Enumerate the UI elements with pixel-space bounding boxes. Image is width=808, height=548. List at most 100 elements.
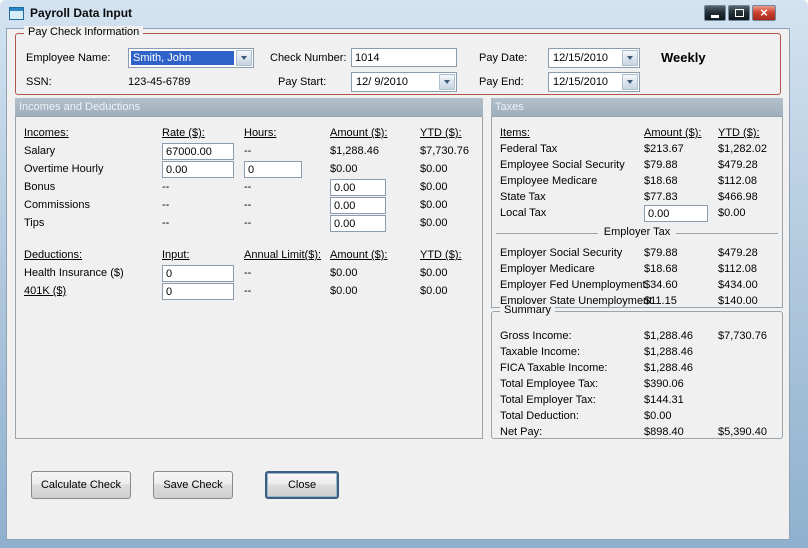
- maximize-button[interactable]: [728, 5, 750, 21]
- tax-ytd: $479.28: [718, 159, 758, 171]
- deduction-limit: --: [244, 285, 252, 297]
- tax-amount: $79.88: [644, 247, 678, 259]
- tax-item: Employee Medicare: [500, 175, 598, 187]
- income-hours: --: [244, 145, 252, 157]
- summary-ytd: $5,390.40: [718, 426, 767, 438]
- summary-label: Total Employer Tax:: [500, 394, 596, 406]
- app-icon: [9, 7, 24, 20]
- summary-row-net-pay: Net Pay: $898.40 $5,390.40: [492, 424, 782, 442]
- pay-end-select[interactable]: 12/15/2010: [548, 72, 640, 92]
- pay-date-label: Pay Date:: [479, 52, 528, 64]
- tax-item: Employer Social Security: [500, 247, 623, 259]
- employer-tax-group-label: Employer Tax: [597, 226, 677, 238]
- income-row-overtime: Overtime Hourly $0.00 $0.00: [16, 161, 482, 179]
- pay-start-select[interactable]: 12/ 9/2010: [351, 72, 457, 92]
- salary-rate-input[interactable]: [162, 143, 234, 160]
- incomes-deductions-section-header: Incomes and Deductions: [15, 98, 483, 116]
- incomes-header-row: Incomes: Rate ($): Hours: Amount ($): YT…: [16, 125, 482, 143]
- deduction-ytd: $0.00: [420, 267, 448, 279]
- close-window-button[interactable]: ×: [752, 5, 776, 21]
- income-name: Tips: [24, 217, 45, 229]
- income-ytd: $0.00: [420, 163, 448, 175]
- calculate-check-button[interactable]: Calculate Check: [31, 471, 131, 499]
- tax-ytd: $479.28: [718, 247, 758, 259]
- local-tax-input[interactable]: [644, 205, 708, 222]
- commissions-amount-input[interactable]: [330, 197, 386, 214]
- pay-date-select[interactable]: 12/15/2010: [548, 48, 640, 68]
- income-name: Bonus: [24, 181, 56, 193]
- income-amount: $0.00: [330, 163, 358, 175]
- pay-end-dropdown-icon[interactable]: [622, 74, 638, 90]
- payroll-window: Payroll Data Input × Pay Check Informati…: [0, 0, 808, 548]
- taxes-header-amount: Amount ($):: [644, 127, 702, 139]
- titlebar: Payroll Data Input ×: [0, 0, 808, 28]
- health-insurance-input[interactable]: [162, 265, 234, 282]
- tax-ytd: $1,282.02: [718, 143, 767, 155]
- summary-amount: $0.00: [644, 410, 672, 422]
- pay-start-label: Pay Start:: [278, 76, 327, 88]
- pay-date-value: 12/15/2010: [553, 52, 609, 64]
- tax-amount: $18.68: [644, 175, 678, 187]
- pay-end-label: Pay End:: [479, 76, 524, 88]
- close-button[interactable]: Close: [265, 471, 339, 499]
- tax-item: State Tax: [500, 191, 546, 203]
- deduction-401k-link[interactable]: 401K ($): [24, 285, 66, 297]
- incomes-header-amount: Amount ($):: [330, 127, 388, 139]
- employer-tax-divider: Employer Tax: [496, 226, 778, 238]
- taxes-section-header: Taxes: [491, 98, 783, 116]
- tax-ytd: $140.00: [718, 295, 758, 307]
- income-amount: $1,288.46: [330, 145, 379, 157]
- tax-amount: $18.68: [644, 263, 678, 275]
- tax-item: Employee Social Security: [500, 159, 625, 171]
- pay-frequency-label: Weekly: [661, 50, 706, 65]
- tax-ytd: $466.98: [718, 191, 758, 203]
- bonus-amount-input[interactable]: [330, 179, 386, 196]
- 401k-input[interactable]: [162, 283, 234, 300]
- employee-name-select[interactable]: Smith, John: [128, 48, 254, 68]
- check-number-input[interactable]: [351, 48, 457, 67]
- tax-item: Federal Tax: [500, 143, 558, 155]
- summary-amount: $898.40: [644, 426, 684, 438]
- income-rate: --: [162, 181, 170, 193]
- ssn-label: SSN:: [26, 76, 52, 88]
- save-check-button[interactable]: Save Check: [153, 471, 233, 499]
- deduction-amount: $0.00: [330, 285, 358, 297]
- pay-start-dropdown-icon[interactable]: [439, 74, 455, 90]
- deduction-amount: $0.00: [330, 267, 358, 279]
- caption-buttons: ×: [704, 5, 776, 21]
- incomes-header-ytd: YTD ($):: [420, 127, 462, 139]
- employee-name-label: Employee Name:: [26, 52, 111, 64]
- summary-amount: $1,288.46: [644, 362, 693, 374]
- incomes-header-hours: Hours:: [244, 127, 277, 139]
- overtime-rate-input[interactable]: [162, 161, 234, 178]
- tax-amount: $79.88: [644, 159, 678, 171]
- summary-label: Total Employee Tax:: [500, 378, 599, 390]
- summary-label: FICA Taxable Income:: [500, 362, 608, 374]
- income-hours: --: [244, 181, 252, 193]
- summary-amount: $144.31: [644, 394, 684, 406]
- deductions-header-row: Deductions: Input: Annual Limit($): Amou…: [16, 247, 482, 265]
- window-title: Payroll Data Input: [30, 6, 133, 20]
- income-hours: --: [244, 217, 252, 229]
- paycheck-info-legend: Pay Check Information: [24, 26, 144, 38]
- tax-ytd: $112.08: [718, 175, 757, 187]
- summary-label: Total Deduction:: [500, 410, 579, 422]
- overtime-hours-input[interactable]: [244, 161, 302, 178]
- tips-amount-input[interactable]: [330, 215, 386, 232]
- summary-amount: $1,288.46: [644, 346, 693, 358]
- deduction-name: Health Insurance ($): [24, 267, 124, 279]
- summary-amount: $1,288.46: [644, 330, 693, 342]
- tax-item: Local Tax: [500, 207, 547, 219]
- pay-start-value: 12/ 9/2010: [356, 76, 408, 88]
- income-row-tips: Tips -- -- $0.00: [16, 215, 482, 233]
- deductions-header-amount: Amount ($):: [330, 249, 388, 261]
- income-hours: --: [244, 199, 252, 211]
- tax-ytd: $112.08: [718, 263, 757, 275]
- pay-date-dropdown-icon[interactable]: [622, 50, 638, 66]
- ssn-value: 123-45-6789: [128, 76, 191, 88]
- summary-legend: Summary: [500, 304, 556, 316]
- minimize-button[interactable]: [704, 5, 726, 21]
- employee-name-value: Smith, John: [131, 51, 234, 65]
- summary-label: Gross Income:: [500, 330, 572, 342]
- employee-name-dropdown-icon[interactable]: [236, 50, 252, 66]
